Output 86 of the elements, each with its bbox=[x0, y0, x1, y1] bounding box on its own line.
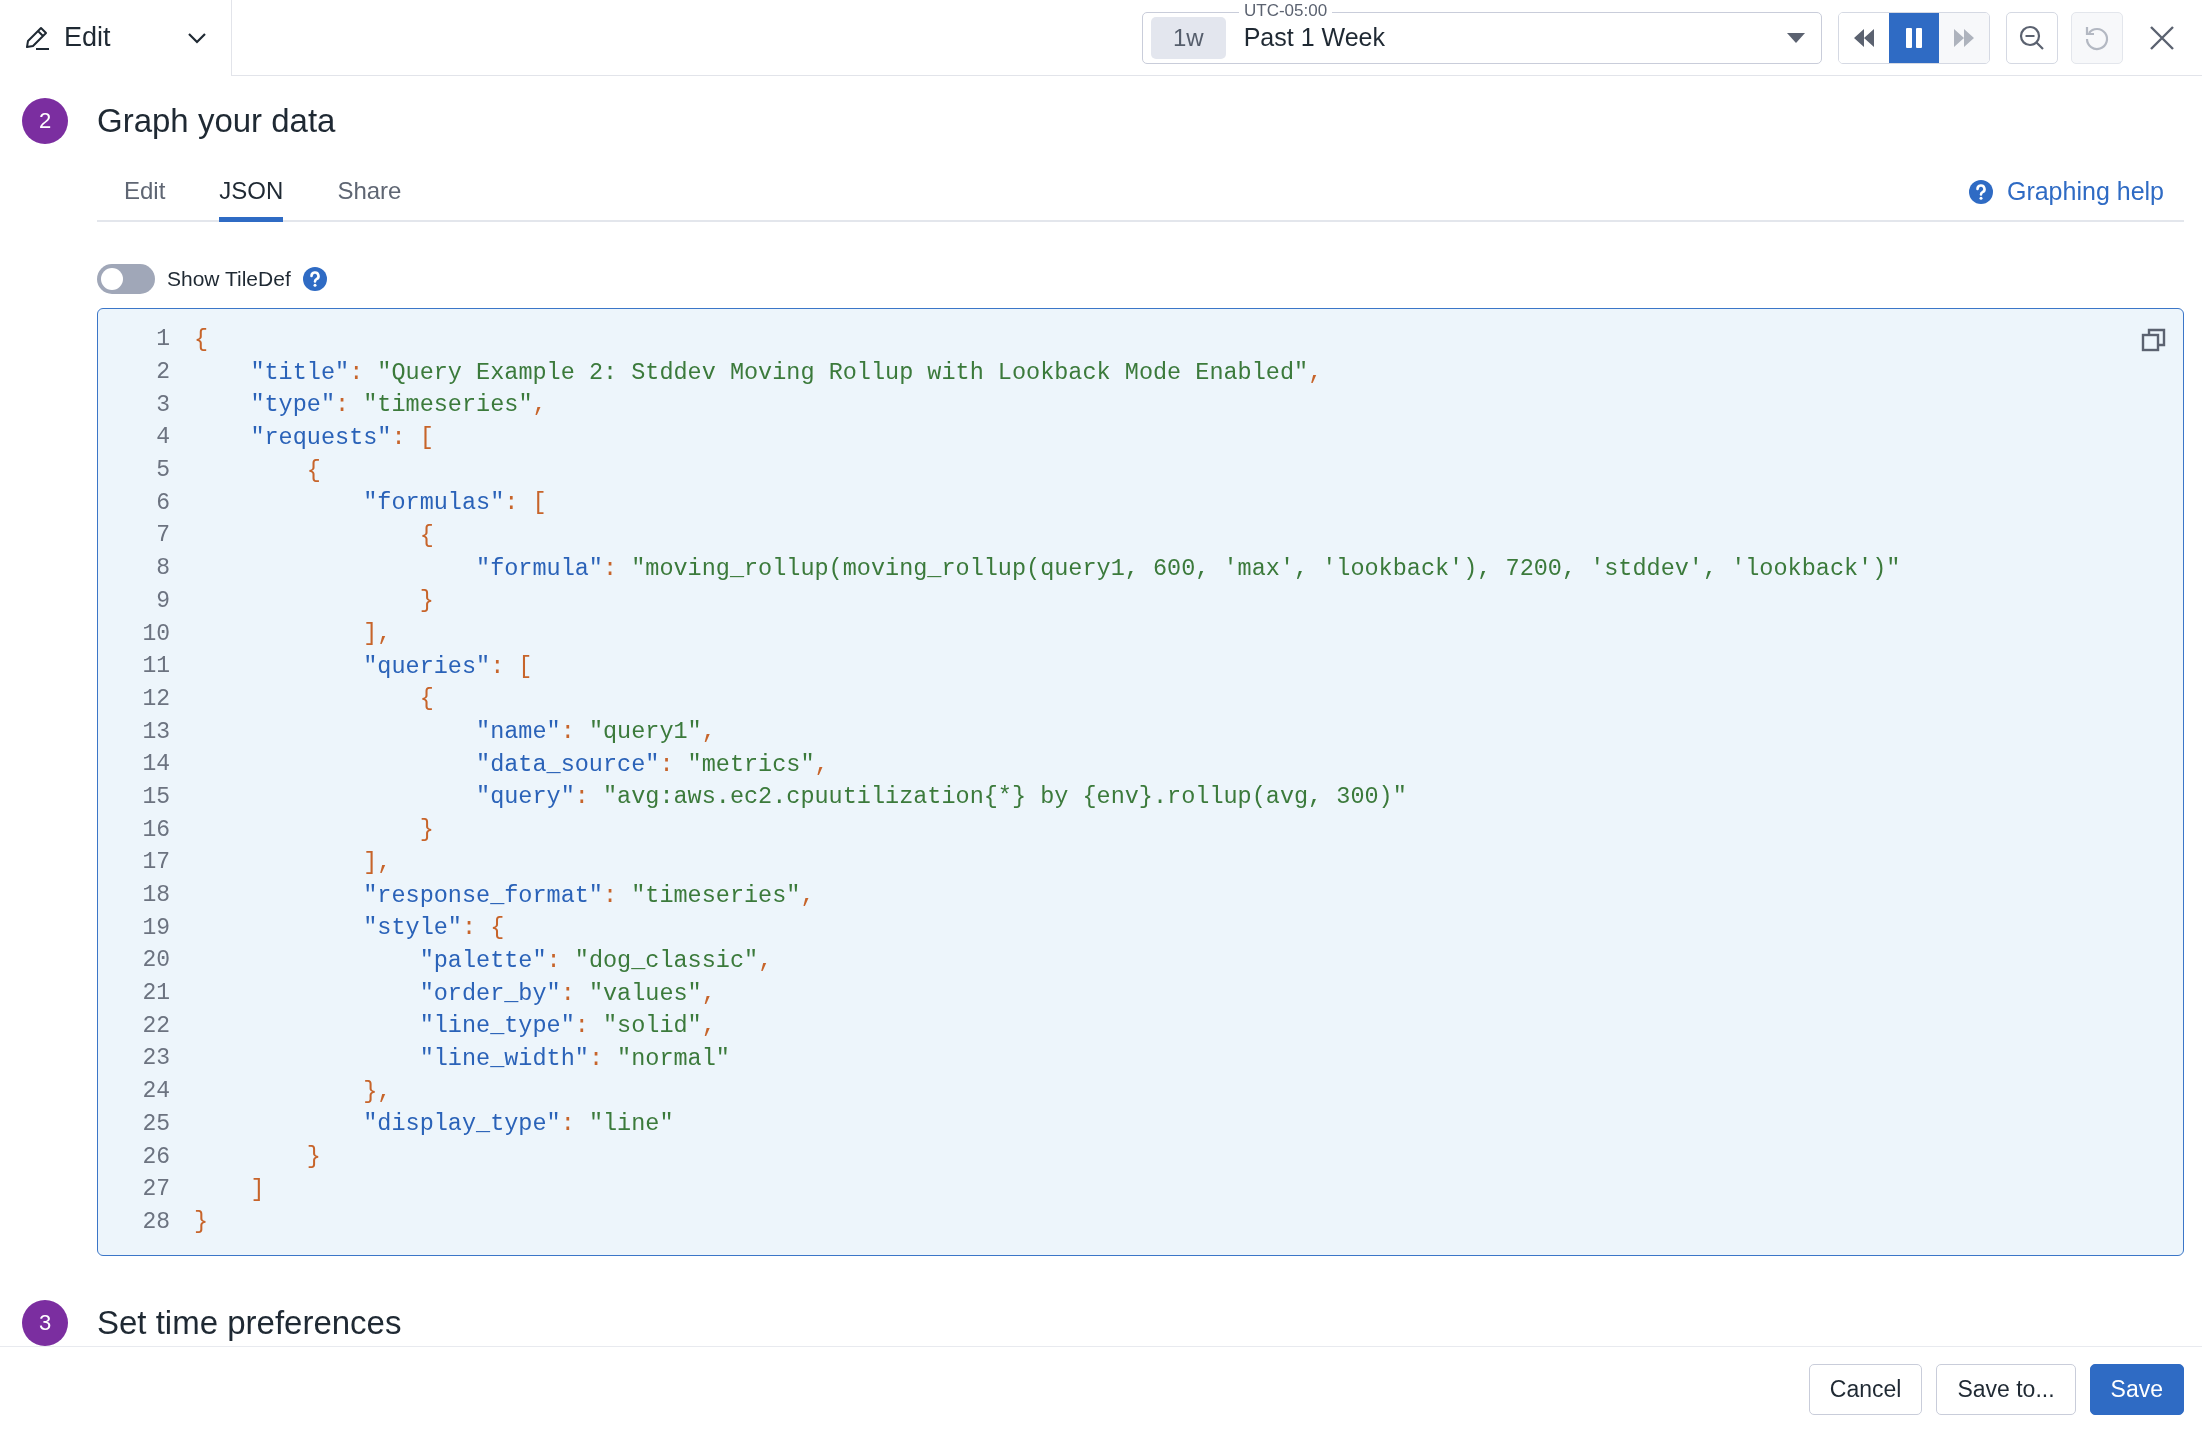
line-number: 27 bbox=[141, 1176, 170, 1203]
footer-button[interactable]: Save to... bbox=[1936, 1364, 2076, 1415]
section-title: Graph your data bbox=[97, 102, 336, 140]
line-number: 1 bbox=[155, 326, 170, 353]
pause-button[interactable] bbox=[1889, 12, 1939, 63]
code-line: ], bbox=[362, 848, 392, 876]
caret-icon bbox=[1787, 32, 1805, 43]
footer-button[interactable]: Cancel bbox=[1808, 1364, 1923, 1415]
code-line: "formulas": [ bbox=[362, 489, 547, 517]
section-title: Set time preferences bbox=[97, 1304, 402, 1342]
line-number: 8 bbox=[155, 555, 170, 582]
line-number: 7 bbox=[155, 522, 170, 549]
code-line: { bbox=[305, 456, 321, 484]
tab[interactable]: JSON bbox=[219, 177, 284, 222]
line-number: 6 bbox=[155, 489, 170, 516]
code-line: "style": { bbox=[362, 914, 505, 942]
code-line: ], bbox=[362, 620, 392, 648]
graphing-help-link[interactable]: Graphing help bbox=[1968, 177, 2164, 220]
line-number: 11 bbox=[141, 653, 170, 680]
line-number: 13 bbox=[141, 718, 170, 745]
code-line: "line_width": "normal" bbox=[418, 1044, 730, 1072]
code-line: "queries": [ bbox=[362, 652, 533, 680]
code-line: "display_type": "line" bbox=[362, 1110, 674, 1138]
line-number: 3 bbox=[155, 391, 170, 418]
code-line: "line_type": "solid", bbox=[418, 1012, 716, 1040]
code-line: { bbox=[418, 521, 434, 549]
rewind-icon bbox=[1852, 26, 1876, 49]
line-number: 14 bbox=[141, 751, 170, 778]
zoom-out-icon bbox=[2018, 23, 2046, 52]
code-line: ] bbox=[249, 1175, 265, 1203]
code-line: "order_by": "values", bbox=[418, 979, 716, 1007]
line-number: 28 bbox=[141, 1208, 170, 1235]
step-number: 2 bbox=[22, 98, 68, 144]
line-number: 20 bbox=[141, 947, 170, 974]
code-line: { bbox=[418, 685, 434, 713]
tiledef-toggle[interactable] bbox=[97, 264, 155, 294]
save-button[interactable]: Save bbox=[2089, 1364, 2184, 1415]
code-line: "palette": "dog_classic", bbox=[418, 946, 773, 974]
line-number: 10 bbox=[141, 620, 170, 647]
line-number: 25 bbox=[141, 1110, 170, 1137]
range-badge: 1w bbox=[1151, 16, 1226, 59]
code-line: "title": "Query Example 2: Stddev Moving Rollup with Lookback Mode Enabled", bbox=[249, 358, 1323, 386]
toggle-label: Show TileDef bbox=[167, 267, 291, 291]
zoom-out-button[interactable] bbox=[2006, 11, 2058, 64]
chevron-down-icon bbox=[187, 31, 207, 44]
code-line: "response_format": "timeseries", bbox=[362, 881, 815, 909]
line-number: 19 bbox=[141, 914, 170, 941]
line-number: 9 bbox=[155, 587, 170, 614]
line-number: 5 bbox=[155, 457, 170, 484]
pause-icon bbox=[1905, 26, 1923, 49]
code-line: "query": "avg:aws.ec2.cpuutilization{*} by {env}.rollup(avg, 300)" bbox=[475, 783, 1407, 811]
line-number: 2 bbox=[155, 359, 170, 386]
copy-icon bbox=[2141, 327, 2167, 353]
line-number: 21 bbox=[141, 980, 170, 1007]
mode-menu[interactable]: Edit bbox=[0, 0, 232, 76]
line-number: 18 bbox=[141, 882, 170, 909]
tab[interactable]: Share bbox=[337, 177, 402, 222]
line-number: 17 bbox=[141, 849, 170, 876]
line-number: 26 bbox=[141, 1143, 170, 1170]
line-number: 16 bbox=[141, 816, 170, 843]
code-line: } bbox=[418, 816, 434, 844]
help-icon[interactable] bbox=[1968, 179, 1993, 204]
line-number: 24 bbox=[141, 1078, 170, 1105]
code-line: } bbox=[418, 587, 434, 615]
code-line: "formula": "moving_rollup(moving_rollup(query1, 600, 'max', 'lookback'), 7200, 'stddev', 'lookback')" bbox=[475, 554, 1901, 582]
line-number: 23 bbox=[141, 1045, 170, 1072]
code-line: } bbox=[194, 1208, 209, 1236]
code-line: "type": "timeseries", bbox=[249, 391, 547, 419]
help-icon[interactable] bbox=[302, 267, 327, 291]
tab[interactable]: Edit bbox=[124, 177, 166, 222]
close-icon bbox=[2148, 23, 2176, 52]
line-number: 4 bbox=[155, 424, 170, 451]
time-range-value: Past 1 Week bbox=[1243, 23, 1386, 52]
pencil-icon bbox=[24, 24, 50, 51]
code-line: { bbox=[194, 325, 209, 353]
code-line: }, bbox=[362, 1077, 392, 1105]
code-line: "requests": [ bbox=[249, 423, 434, 451]
fast-forward-icon bbox=[1952, 26, 1976, 49]
line-number: 22 bbox=[141, 1012, 170, 1039]
code-line: "name": "query1", bbox=[475, 718, 716, 746]
line-number: 15 bbox=[141, 783, 170, 810]
code-line: "data_source": "metrics", bbox=[475, 750, 829, 778]
step-number: 3 bbox=[22, 1300, 68, 1346]
line-number: 12 bbox=[141, 685, 170, 712]
copy-button[interactable] bbox=[2141, 327, 2167, 353]
code-line: } bbox=[305, 1143, 321, 1171]
